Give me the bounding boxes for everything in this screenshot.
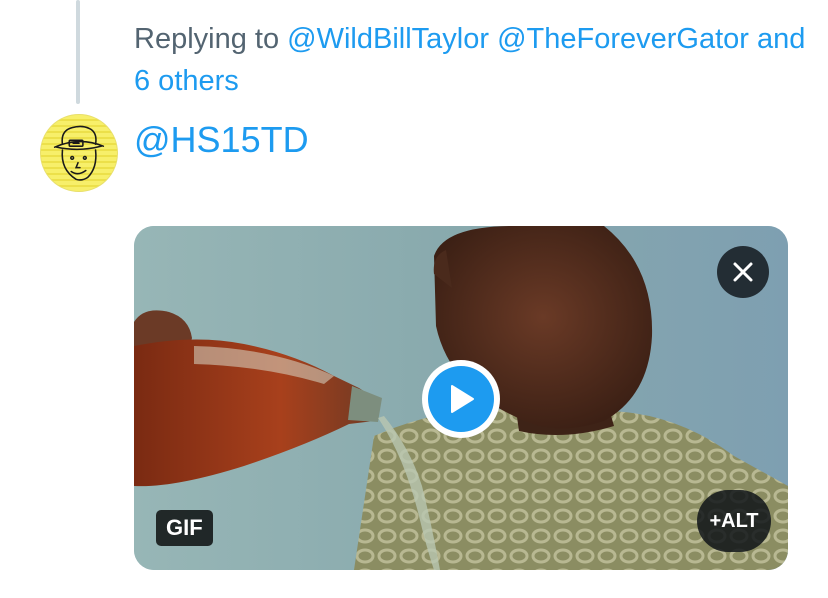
play-button[interactable]: [422, 360, 500, 438]
play-icon: [451, 385, 474, 413]
gif-badge: GIF: [156, 510, 213, 546]
mention-theforevergator[interactable]: @TheForeverGator: [497, 23, 749, 55]
close-icon: [733, 262, 753, 282]
leprechaun-doodle-avatar-icon: [53, 125, 105, 181]
avatar[interactable]: [40, 114, 118, 192]
play-button-circle: [428, 366, 494, 432]
replying-to-label: Replying to: [134, 23, 280, 55]
compose-text[interactable]: @HS15TD: [134, 118, 309, 162]
mention-wildbilltaylor[interactable]: @WildBillTaylor: [287, 23, 489, 55]
remove-media-button[interactable]: [717, 246, 769, 298]
thread-connector-line: [76, 0, 80, 104]
gif-media-preview[interactable]: GIF +ALT: [134, 226, 788, 570]
replying-to-line: Replying to @WildBillTaylor @TheForeverG…: [134, 18, 814, 102]
add-alt-text-button[interactable]: +ALT: [697, 490, 771, 552]
